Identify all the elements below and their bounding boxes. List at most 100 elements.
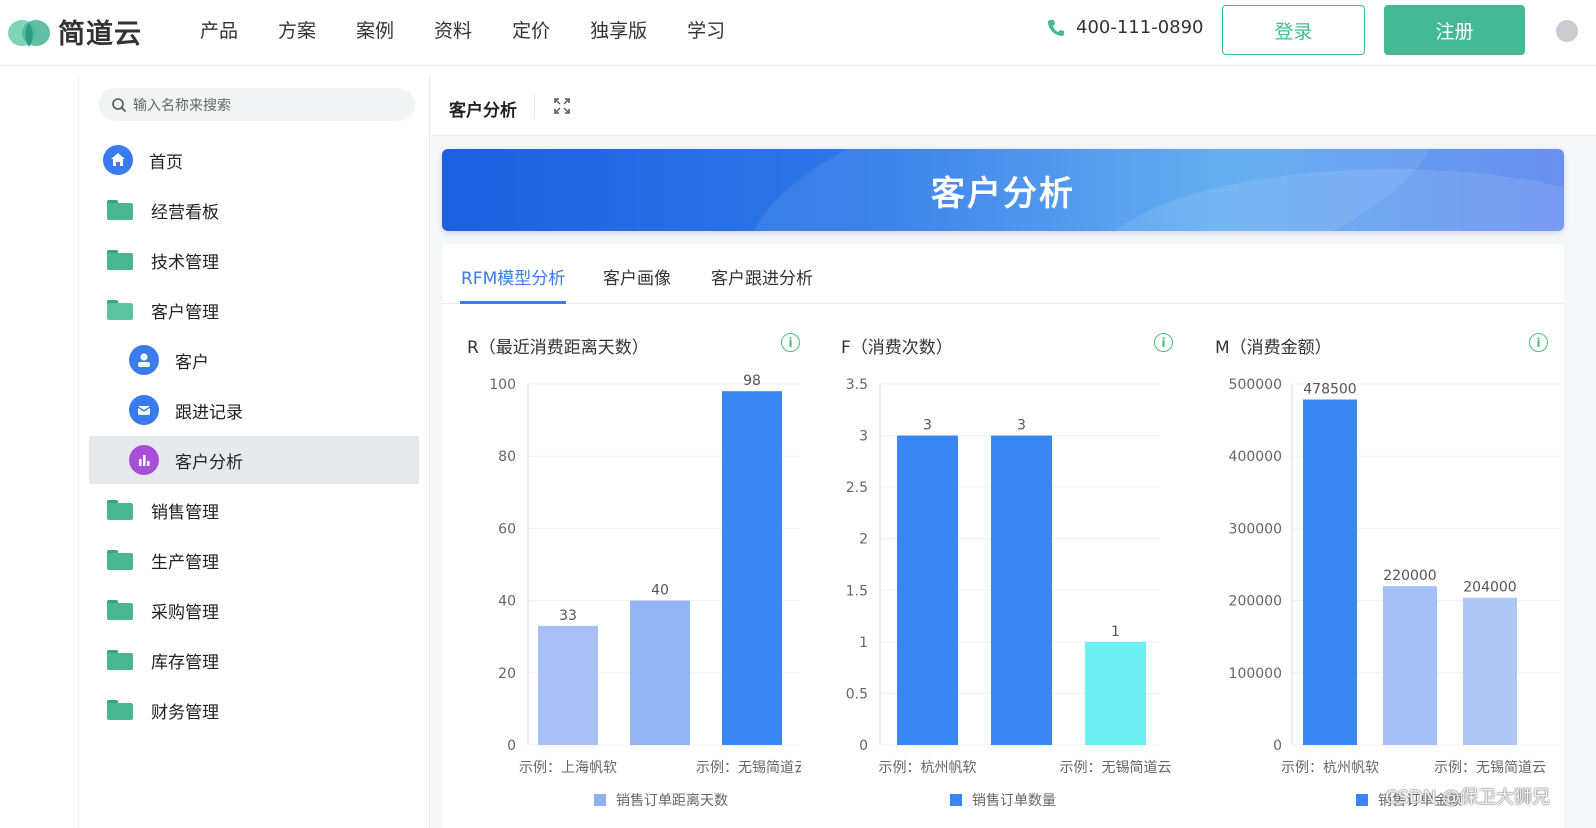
fullscreen-icon[interactable] bbox=[553, 97, 571, 115]
top-navigation: 简道云 产品 方案 案例 资料 定价 独享版 学习 400-111-0890 登… bbox=[0, 0, 1596, 66]
folder-icon bbox=[107, 700, 133, 720]
sidebar-item-label: 客户分析 bbox=[175, 452, 243, 473]
sidebar-item-tech[interactable]: 技术管理 bbox=[89, 236, 419, 284]
bar-value-label: 220000 bbox=[1383, 568, 1436, 584]
info-icon[interactable]: i bbox=[781, 333, 800, 352]
folder-icon bbox=[107, 550, 133, 570]
banner-title: 客户分析 bbox=[931, 173, 1075, 214]
sidebar-item-label: 库存管理 bbox=[151, 652, 219, 673]
sidebar-item-followup[interactable]: 跟进记录 bbox=[89, 386, 419, 434]
bar-value-label: 1 bbox=[1111, 624, 1120, 640]
sidebar-item-dashboard[interactable]: 经营看板 bbox=[89, 186, 419, 234]
phone-number: 400-111-0890 bbox=[1076, 17, 1204, 38]
legend-swatch bbox=[594, 794, 606, 806]
y-tick-label: 400000 bbox=[1229, 449, 1282, 465]
active-tab-indicator bbox=[460, 301, 566, 304]
bar-chart-icon bbox=[129, 445, 159, 475]
bar-value-label: 478500 bbox=[1303, 382, 1356, 398]
y-tick-label: 40 bbox=[498, 594, 516, 610]
sidebar-item-purchasing[interactable]: 采购管理 bbox=[89, 586, 419, 634]
folder-icon bbox=[107, 600, 133, 620]
sidebar-item-label: 跟进记录 bbox=[175, 402, 243, 423]
tab-customer-profile[interactable]: 客户画像 bbox=[603, 264, 671, 289]
sidebar-item-production[interactable]: 生产管理 bbox=[89, 536, 419, 584]
y-tick-label: 100000 bbox=[1229, 666, 1282, 682]
sidebar-item-label: 生产管理 bbox=[151, 552, 219, 573]
x-tick-label: 示例：无锡简道云 bbox=[1060, 759, 1172, 776]
logo-icon bbox=[6, 15, 52, 49]
bar-value-label: 98 bbox=[743, 373, 761, 389]
x-tick-label: 示例：杭州帆软 bbox=[879, 760, 977, 776]
chart-m: 0 100000 200000 300000 400000 500000 478500 220… bbox=[1229, 377, 1560, 809]
sidebar-item-label: 技术管理 bbox=[151, 252, 219, 273]
nav-item-dedicated[interactable]: 独享版 bbox=[590, 16, 647, 43]
x-tick-label: 示例：无锡简道云 bbox=[696, 759, 801, 776]
y-tick-label: 500000 bbox=[1229, 377, 1282, 393]
info-icon[interactable]: i bbox=[1154, 333, 1173, 352]
sidebar-item-finance[interactable]: 财务管理 bbox=[89, 686, 419, 734]
register-button[interactable]: 注册 bbox=[1384, 5, 1525, 55]
y-tick-label: 0.5 bbox=[846, 686, 868, 702]
sidebar-item-customer[interactable]: 客户 bbox=[89, 336, 419, 384]
sidebar-item-customer-mgmt[interactable]: 客户管理 bbox=[89, 286, 419, 334]
y-tick-label: 3 bbox=[859, 429, 868, 445]
nav-item-resources[interactable]: 资料 bbox=[434, 16, 472, 43]
logo[interactable]: 简道云 bbox=[6, 12, 142, 51]
x-tick-label: 示例：无锡简道云 bbox=[1434, 759, 1546, 776]
user-icon bbox=[129, 345, 159, 375]
y-tick-label: 3.5 bbox=[846, 377, 868, 393]
y-tick-label: 1 bbox=[859, 635, 868, 651]
language-icon[interactable] bbox=[1556, 20, 1578, 42]
folder-icon bbox=[107, 200, 133, 220]
bar bbox=[897, 435, 958, 745]
chart-r: 0 20 40 60 80 100 33 40 98 示例：上海帆软 示例：无锡简道云销售订单距离天… bbox=[489, 373, 801, 809]
bar bbox=[1303, 399, 1357, 745]
tab-bar: RFM模型分析 客户画像 客户跟进分析 bbox=[442, 244, 1564, 304]
sidebar-item-label: 经营看板 bbox=[151, 202, 219, 223]
y-tick-label: 20 bbox=[498, 666, 516, 682]
nav-item-solutions[interactable]: 方案 bbox=[278, 16, 316, 43]
bar bbox=[722, 391, 782, 745]
sidebar-item-sales[interactable]: 销售管理 bbox=[89, 486, 419, 534]
y-tick-label: 100 bbox=[489, 377, 516, 393]
bar bbox=[1383, 586, 1437, 745]
nav-item-products[interactable]: 产品 bbox=[200, 16, 238, 43]
y-tick-label: 2 bbox=[859, 532, 868, 548]
bar bbox=[630, 600, 690, 745]
analysis-content: RFM模型分析 客户画像 客户跟进分析 R（最近消费距离天数） i F（消费次数… bbox=[442, 244, 1564, 828]
bar bbox=[991, 435, 1052, 745]
chart-title-m: M（消费金额） bbox=[1215, 338, 1332, 358]
bar bbox=[1463, 597, 1517, 745]
sidebar-item-label: 客户 bbox=[175, 352, 209, 373]
phone-contact[interactable]: 400-111-0890 bbox=[1046, 17, 1204, 38]
login-button[interactable]: 登录 bbox=[1222, 5, 1365, 55]
logo-text: 简道云 bbox=[58, 19, 142, 50]
watermark: CSDN @保卫大狮兄 bbox=[1385, 787, 1551, 808]
info-icon[interactable]: i bbox=[1529, 333, 1548, 352]
nav-item-cases[interactable]: 案例 bbox=[356, 16, 394, 43]
chart-title-r: R（最近消费距离天数） bbox=[467, 338, 649, 358]
folder-open-icon bbox=[107, 300, 133, 320]
sidebar-item-customer-analysis[interactable]: 客户分析 bbox=[89, 436, 419, 484]
nav-item-pricing[interactable]: 定价 bbox=[512, 16, 550, 43]
y-tick-label: 300000 bbox=[1229, 521, 1282, 537]
tab-rfm[interactable]: RFM模型分析 bbox=[461, 264, 565, 289]
sidebar-item-home[interactable]: 首页 bbox=[89, 136, 419, 184]
bar-value-label: 3 bbox=[1017, 418, 1026, 434]
tab-followup-analysis[interactable]: 客户跟进分析 bbox=[711, 264, 813, 289]
search-input[interactable]: 输入名称来搜索 bbox=[99, 88, 415, 121]
sidebar-item-label: 首页 bbox=[149, 152, 183, 173]
sidebar-item-inventory[interactable]: 库存管理 bbox=[89, 636, 419, 684]
bar-value-label: 40 bbox=[651, 583, 669, 599]
bar-value-label: 3 bbox=[923, 418, 932, 434]
nav-item-learn[interactable]: 学习 bbox=[687, 16, 725, 43]
x-tick-label: 示例：上海帆软 bbox=[519, 760, 617, 776]
message-icon bbox=[129, 395, 159, 425]
sidebar-item-label: 采购管理 bbox=[151, 602, 219, 623]
sidebar-item-label: 销售管理 bbox=[151, 502, 219, 523]
legend-label: 销售订单数量 bbox=[972, 793, 1056, 809]
y-tick-label: 200000 bbox=[1229, 594, 1282, 610]
bar bbox=[538, 625, 598, 745]
banner: 客户分析 bbox=[442, 149, 1564, 231]
bar bbox=[1085, 641, 1146, 745]
